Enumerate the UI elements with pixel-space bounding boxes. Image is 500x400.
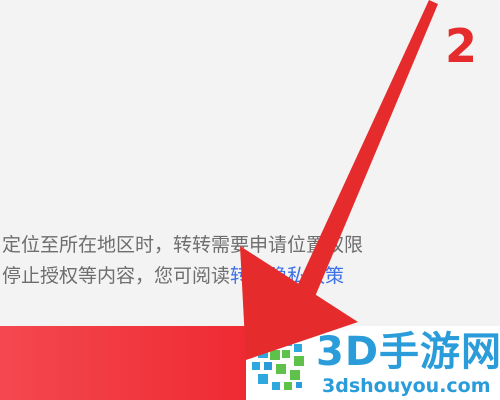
watermark-url: 3dshouyou.com <box>322 375 491 397</box>
3d-cube-logo-icon <box>252 336 304 390</box>
privacy-notice-line-1: 定位至所在地区时，转转需要申请位置权限 <box>2 234 364 256</box>
step-number-annotation: 2 <box>445 19 478 73</box>
privacy-notice-line-2: 停止授权等内容，您可阅读转转隐私政策 <box>2 261 500 292</box>
agree-button[interactable] <box>0 326 246 400</box>
privacy-notice-line-2-text: 停止授权等内容，您可阅读 <box>2 265 231 287</box>
watermark-brand-name: 3D手游网 <box>316 329 500 375</box>
privacy-notice-text: 定位至所在地区时，转转需要申请位置权限 停止授权等内容，您可阅读转转隐私政策 <box>2 230 500 292</box>
site-watermark: 3D手游网 3dshouyou.com <box>246 326 500 400</box>
privacy-policy-link[interactable]: 转转隐私政策 <box>230 265 344 287</box>
